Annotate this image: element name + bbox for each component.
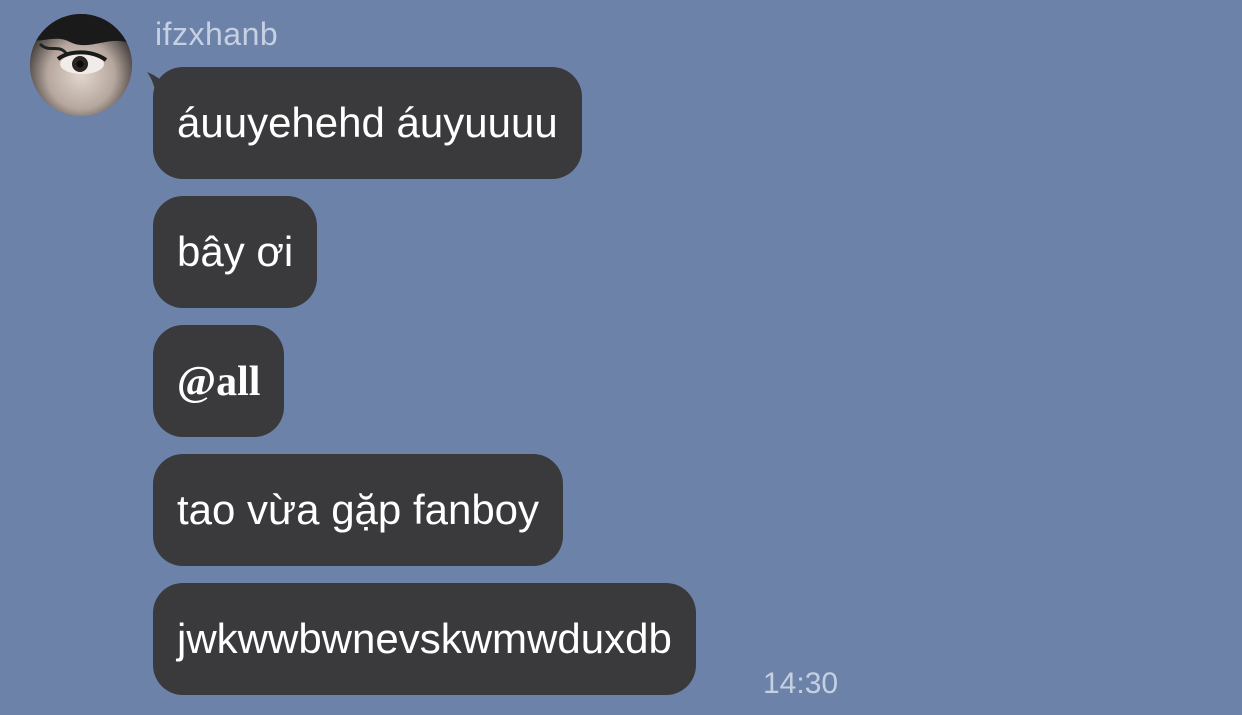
- avatar[interactable]: [30, 14, 132, 116]
- message-bubble[interactable]: @all: [153, 325, 285, 437]
- chat-thread: ifzxhanb áuuyehehd áuyuuuu bây ơi @all t…: [0, 0, 1242, 715]
- sender-name: ifzxhanb: [155, 16, 279, 52]
- message-bubble[interactable]: áuuyehehd áuyuuuu: [153, 67, 582, 179]
- message-text: jwkwwbwnevskwmwduxdb: [177, 615, 672, 662]
- message-timestamp: 14:30: [763, 667, 839, 700]
- avatar-photo: [30, 14, 132, 116]
- message-text: tao vừa gặp fanboy: [177, 486, 540, 533]
- message-bubble[interactable]: bây ơi: [153, 196, 318, 308]
- message-bubble[interactable]: jwkwwbwnevskwmwduxdb: [153, 583, 696, 695]
- message-text: áuuyehehd áuyuuuu: [177, 99, 558, 146]
- mention-all-link[interactable]: @all: [177, 359, 260, 405]
- message-text: bây ơi: [177, 228, 294, 275]
- message-bubble[interactable]: tao vừa gặp fanboy: [153, 454, 564, 566]
